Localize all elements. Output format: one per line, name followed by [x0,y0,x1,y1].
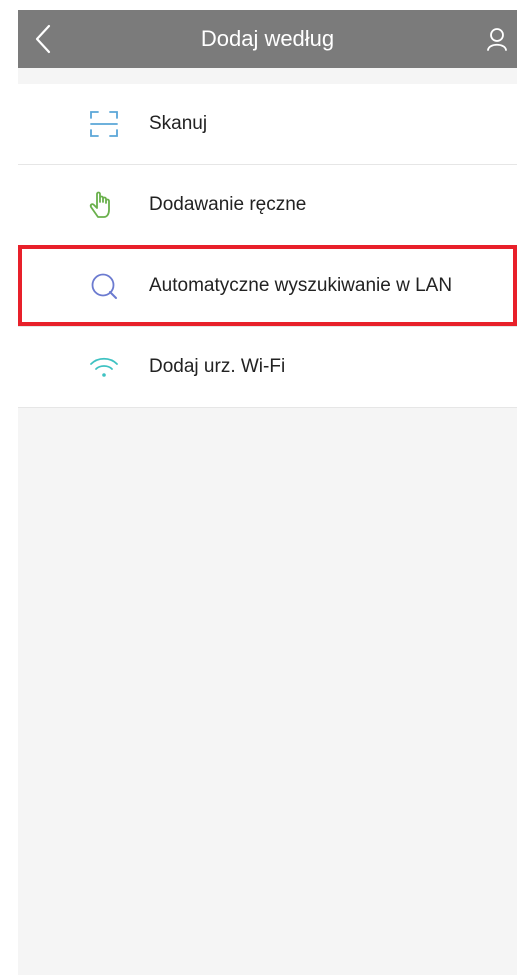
menu-item-manual-add[interactable]: Dodawanie ręczne [18,164,517,245]
menu-item-lan-search-label: Automatyczne wyszukiwanie w LAN [149,275,453,296]
page-title: Dodaj według [200,26,335,51]
user-button[interactable] [477,18,517,60]
menu-item-scan-label: Skanuj [149,113,208,134]
scan-icon [86,106,122,142]
menu-item-lan-search[interactable]: Automatyczne wyszukiwanie w LAN [18,245,517,326]
app-screen: Dodaj według Skanuj Dodawanie ręczne Aut… [18,10,517,975]
search-lan-icon [86,268,122,304]
user-icon [487,28,507,51]
wifi-icon [86,349,122,385]
menu-item-wifi-device[interactable]: Dodaj urz. Wi-Fi [18,326,517,407]
menu-divider [18,407,517,408]
header-bar: Dodaj według [18,10,517,68]
add-method-menu: Skanuj Dodawanie ręczne Automatyczne wys… [18,84,517,408]
hand-pointer-icon [86,187,122,223]
menu-item-manual-add-label: Dodawanie ręczne [149,194,307,215]
menu-item-scan[interactable]: Skanuj [18,84,517,164]
menu-item-wifi-device-label: Dodaj urz. Wi-Fi [149,356,286,377]
